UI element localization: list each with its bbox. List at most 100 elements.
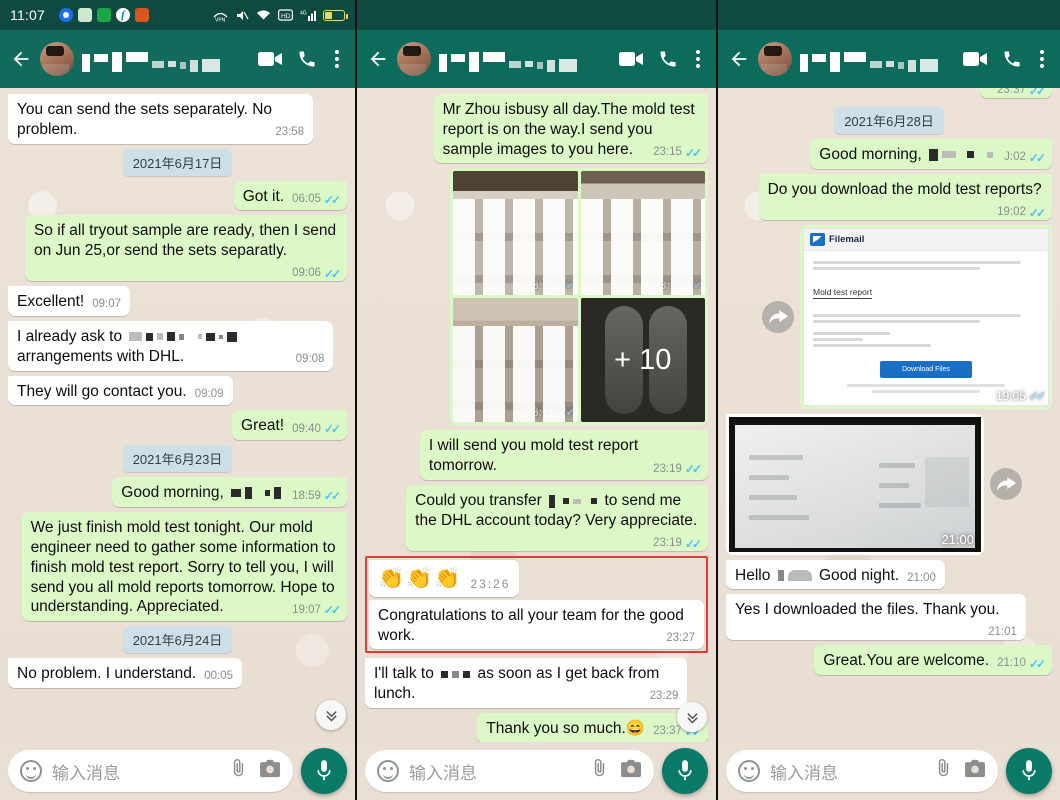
- microphone-button[interactable]: [301, 748, 347, 794]
- microphone-button[interactable]: [662, 748, 708, 794]
- document-screenshot-bubble[interactable]: Filemail Mold test report Download Files…: [800, 224, 1052, 409]
- message-input-placeholder[interactable]: 输入消息: [770, 759, 923, 784]
- gallery-thumb-more[interactable]: + 10: [580, 298, 705, 423]
- message-bubble[interactable]: You can send the sets separately. No pro…: [8, 94, 314, 144]
- message-bubble[interactable]: We just finish mold test tonight. Our mo…: [21, 512, 347, 622]
- paperclip-icon[interactable]: [933, 758, 954, 784]
- message-bubble[interactable]: Congratulations to all your team for the…: [369, 599, 704, 650]
- read-receipt-icon: ✓✓: [558, 278, 575, 293]
- filemail-header: Filemail: [804, 228, 1048, 251]
- phone-call-icon[interactable]: [658, 49, 678, 69]
- message-bubble[interactable]: Good morning, 18:59 ✓✓: [112, 477, 347, 508]
- camera-icon[interactable]: [964, 759, 986, 783]
- message-bubble[interactable]: Could you transfer to send me the DHL ac…: [406, 485, 708, 551]
- message-input-pill[interactable]: 输入消息: [726, 750, 998, 792]
- camera-icon[interactable]: [259, 759, 281, 783]
- message-bubble[interactable]: I will send you mold test report tomorro…: [419, 430, 708, 481]
- contact-name[interactable]: [82, 46, 250, 72]
- smiley-icon[interactable]: [738, 760, 760, 782]
- svg-text:HD: HD: [281, 13, 291, 20]
- download-files-button[interactable]: Download Files: [880, 360, 972, 378]
- message-bubble[interactable]: Good morning, J:02 ✓✓: [810, 139, 1052, 169]
- emoji-message-bubble[interactable]: 👏👏👏 23:26: [369, 559, 520, 597]
- timestamp: 21:00: [941, 531, 974, 547]
- overflow-menu-icon[interactable]: [331, 48, 343, 70]
- message-bubble[interactable]: No problem. I understand. 00:05: [8, 658, 242, 689]
- message-bubble[interactable]: Do you download the mold test reports? 1…: [758, 173, 1052, 220]
- read-receipt-icon: ✓✓: [323, 267, 341, 282]
- message-row: I already ask to arrangements with DHL. …: [8, 320, 347, 371]
- message-input-placeholder[interactable]: 输入消息: [52, 759, 218, 784]
- message-text: Do you download the mold test reports?: [767, 180, 1042, 198]
- back-arrow-icon[interactable]: [367, 48, 389, 70]
- message-bubble[interactable]: So if all tryout sample are ready, then …: [24, 215, 347, 282]
- forward-icon[interactable]: [762, 300, 794, 333]
- avatar[interactable]: [397, 42, 431, 76]
- message-text: They will go contact you.: [17, 382, 187, 400]
- overflow-menu-icon[interactable]: [1036, 48, 1048, 70]
- message-meta: 19:02 ✓✓: [997, 206, 1046, 218]
- message-list[interactable]: Mr Zhou isbusy all day.The mold test rep…: [357, 88, 716, 742]
- scroll-to-bottom-button[interactable]: [316, 700, 346, 730]
- message-list[interactable]: 23:37 ✓✓ 2021年6月28日 Good morning, J:02 ✓…: [718, 88, 1060, 742]
- message-list[interactable]: You can send the sets separately. No pro…: [0, 88, 355, 742]
- timestamp: 09:06: [292, 267, 321, 280]
- message-bubble[interactable]: Got it. 06:05 ✓✓: [233, 180, 347, 211]
- message-bubble[interactable]: Great.You are welcome. 21:10 ✓✓: [814, 644, 1052, 675]
- timestamp: 18:59: [292, 489, 321, 502]
- timestamp: 00:05: [204, 670, 233, 683]
- message-text: I will send you mold test report tomorro…: [428, 437, 639, 475]
- video-call-icon[interactable]: [258, 50, 283, 68]
- microphone-button[interactable]: [1006, 748, 1052, 794]
- video-call-icon[interactable]: [963, 50, 988, 68]
- partial-message-bubble[interactable]: 23:37 ✓✓: [980, 88, 1052, 98]
- forward-icon[interactable]: [990, 468, 1022, 501]
- chat-app-bar: [718, 30, 1060, 88]
- avatar[interactable]: [40, 42, 74, 76]
- back-arrow-icon[interactable]: [728, 48, 750, 70]
- message-text: Good morning,: [121, 484, 224, 502]
- back-arrow-icon[interactable]: [10, 48, 32, 70]
- vpn-icon: VPN: [213, 12, 228, 22]
- message-input-pill[interactable]: 输入消息: [365, 750, 654, 792]
- gallery-thumb[interactable]: 23:15 ✓✓: [580, 171, 705, 296]
- phone-call-icon[interactable]: [297, 49, 317, 69]
- date-divider-row: 2021年6月24日: [8, 626, 347, 654]
- video-call-icon[interactable]: [619, 50, 644, 68]
- message-meta: 21:10 ✓✓: [997, 658, 1046, 670]
- paperclip-icon[interactable]: [228, 758, 249, 784]
- phone-call-icon[interactable]: [1002, 49, 1022, 69]
- scroll-to-bottom-button[interactable]: [677, 702, 707, 732]
- timestamp: 23:15: [653, 145, 682, 158]
- image-gallery[interactable]: 23:15 ✓✓ 23:15 ✓✓ 23:15 ✓✓ + 10: [450, 168, 708, 426]
- message-bubble[interactable]: They will go contact you. 09:09: [8, 375, 233, 406]
- message-bubble[interactable]: Hello Good night. 21:00: [726, 559, 945, 590]
- avatar[interactable]: [758, 42, 792, 76]
- message-composer: 输入消息: [718, 742, 1060, 800]
- message-bubble[interactable]: Great! 09:40 ✓✓: [232, 410, 347, 441]
- smiley-icon[interactable]: [20, 760, 42, 782]
- gallery-thumb[interactable]: 23:15 ✓✓: [453, 171, 578, 296]
- message-bubble[interactable]: Excellent! 09:07: [8, 286, 130, 316]
- message-bubble[interactable]: Thank you so much.😄 23:37 ✓✓: [477, 712, 708, 742]
- message-meta: 23:19 ✓✓: [653, 463, 702, 475]
- photo-message-bubble[interactable]: 21:00: [726, 413, 984, 555]
- message-input-placeholder[interactable]: 输入消息: [409, 759, 579, 784]
- message-bubble[interactable]: I already ask to arrangements with DHL. …: [8, 320, 334, 371]
- paperclip-icon[interactable]: [589, 758, 610, 784]
- message-input-pill[interactable]: 输入消息: [8, 750, 293, 792]
- message-bubble[interactable]: I'll talk to as soon as I get back from …: [365, 658, 688, 708]
- message-row: I'll talk to as soon as I get back from …: [365, 658, 708, 708]
- message-text-2: arrangements with DHL.: [17, 347, 185, 365]
- message-bubble[interactable]: Mr Zhou isbusy all day.The mold test rep…: [433, 94, 708, 164]
- contact-name[interactable]: [800, 46, 955, 72]
- contact-name[interactable]: [439, 46, 611, 72]
- camera-icon[interactable]: [620, 759, 642, 783]
- overflow-menu-icon[interactable]: [692, 48, 704, 70]
- smiley-icon[interactable]: [377, 760, 399, 782]
- message-bubble[interactable]: Yes I downloaded the files. Thank you. 2…: [726, 594, 1026, 640]
- redacted-name: [929, 148, 994, 161]
- message-text: Great.You are welcome.: [823, 651, 990, 669]
- timestamp: 09:08: [295, 352, 325, 365]
- gallery-thumb[interactable]: 23:15 ✓✓: [453, 298, 578, 423]
